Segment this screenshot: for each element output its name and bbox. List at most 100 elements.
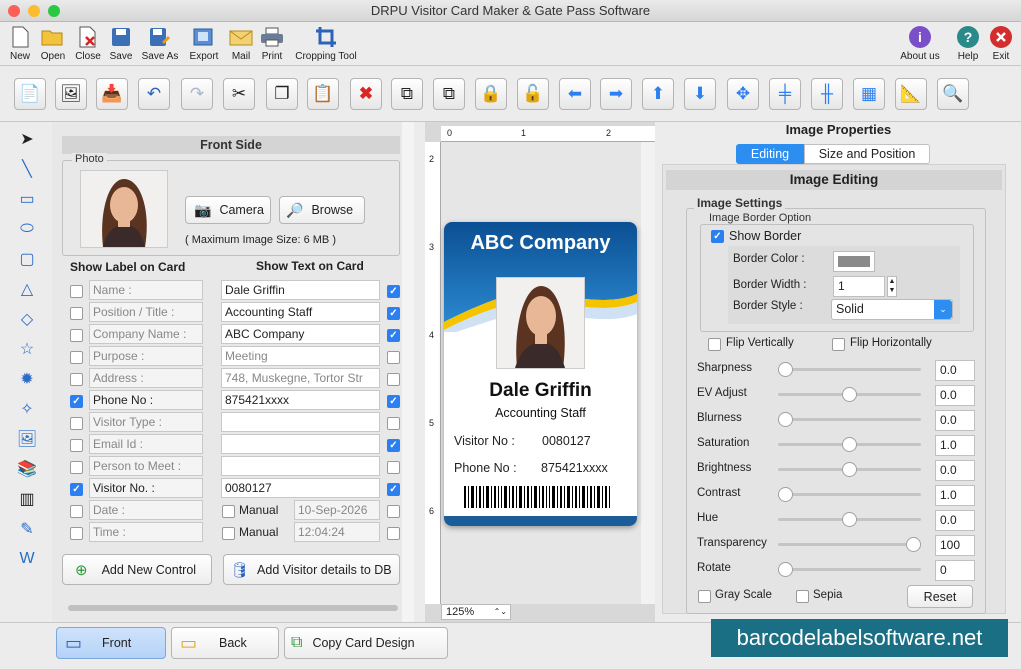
align-horizontal-button[interactable]: ╫ — [811, 78, 843, 110]
sepia-checkbox[interactable] — [796, 590, 809, 603]
copy-card-design-button[interactable]: ⧉ Copy Card Design — [284, 627, 448, 659]
label-show-checkbox[interactable] — [70, 417, 83, 430]
text-show-checkbox[interactable]: ✓ — [387, 395, 400, 408]
label-show-checkbox[interactable] — [70, 373, 83, 386]
front-button[interactable]: ▭ Front — [56, 627, 166, 659]
text-show-checkbox[interactable]: ✓ — [387, 307, 400, 320]
align-vertical-button[interactable]: ╪ — [769, 78, 801, 110]
camera-button[interactable]: 📷 Camera — [185, 196, 271, 224]
label-show-checkbox[interactable] — [70, 461, 83, 474]
slider-value[interactable]: 0.0 — [935, 360, 975, 381]
field-value-input[interactable]: Meeting — [221, 346, 380, 366]
slider-track[interactable] — [778, 368, 921, 371]
tab-editing[interactable]: Editing — [736, 144, 804, 164]
date-field[interactable]: 10-Sep-2026 — [294, 500, 380, 520]
word-art-tool[interactable]: W — [14, 546, 40, 572]
tab-size-position[interactable]: Size and Position — [804, 144, 930, 164]
mail-button[interactable]: Mail — [226, 24, 256, 62]
field-value-input[interactable]: 0080127 — [221, 478, 380, 498]
ellipse-tool[interactable]: ⬭ — [14, 216, 40, 242]
save-button[interactable]: Save — [106, 24, 136, 62]
signature-tool[interactable]: ✎ — [14, 516, 40, 542]
field-value-input[interactable]: Dale Griffin — [221, 280, 380, 300]
slider-knob[interactable] — [842, 512, 857, 527]
border-width-stepper[interactable]: ▲ ▼ — [887, 276, 897, 297]
time-manual-checkbox[interactable] — [222, 527, 235, 540]
print-button[interactable]: Print — [258, 24, 286, 62]
slider-knob[interactable] — [842, 387, 857, 402]
image-tool[interactable]: 🖼 — [14, 426, 40, 452]
back-button[interactable]: ▭ Back — [171, 627, 279, 659]
panel-splitter[interactable] — [402, 122, 414, 622]
slider-track[interactable] — [778, 418, 921, 421]
library-tool[interactable]: 📚 — [14, 456, 40, 482]
field-value-input[interactable]: ABC Company — [221, 324, 380, 344]
label-show-checkbox[interactable] — [70, 307, 83, 320]
label-show-checkbox[interactable]: ✓ — [70, 395, 83, 408]
field-value-input[interactable]: 748, Muskegne, Tortor Str — [221, 368, 380, 388]
label-show-checkbox[interactable]: ✓ — [70, 483, 83, 496]
border-style-select[interactable]: Solid ⌄ — [831, 299, 953, 320]
grayscale-checkbox[interactable] — [698, 590, 711, 603]
time-field[interactable]: 12:04:24 — [294, 522, 380, 542]
flip-horizontal-checkbox[interactable] — [832, 338, 845, 351]
move-right-button[interactable]: ➡ — [600, 78, 632, 110]
canvas-vscroll[interactable] — [641, 142, 655, 604]
paste-button[interactable]: 📋 — [307, 78, 339, 110]
copy-button[interactable]: ❐ — [266, 78, 298, 110]
slider-knob[interactable] — [906, 537, 921, 552]
rounded-rect-tool[interactable]: ▢ — [14, 246, 40, 272]
field-value-input[interactable]: Accounting Staff — [221, 302, 380, 322]
exit-button[interactable]: Exit — [986, 24, 1016, 62]
field-value-input[interactable] — [221, 456, 380, 476]
export-button[interactable]: Export — [186, 24, 222, 62]
line-tool[interactable]: ╲ — [14, 156, 40, 182]
slider-value[interactable]: 1.0 — [935, 485, 975, 506]
zoom-button[interactable]: 🔍 — [937, 78, 969, 110]
label-show-checkbox[interactable] — [70, 439, 83, 452]
rectangle-tool[interactable]: ▭ — [14, 186, 40, 212]
redo-button[interactable]: ↷ — [181, 78, 213, 110]
slider-value[interactable]: 0 — [935, 560, 975, 581]
label-show-checkbox[interactable] — [70, 351, 83, 364]
reset-button[interactable]: Reset — [907, 585, 973, 608]
date-manual-checkbox[interactable] — [222, 505, 235, 518]
move-left-button[interactable]: ⬅ — [559, 78, 591, 110]
field-value-input[interactable] — [221, 412, 380, 432]
image-button[interactable]: 🖼 — [55, 78, 87, 110]
field-value-input[interactable]: 875421xxxx — [221, 390, 380, 410]
show-border-checkbox[interactable]: ✓ — [711, 230, 724, 243]
slider-knob[interactable] — [778, 412, 793, 427]
delete-button[interactable]: ✖ — [350, 78, 382, 110]
barcode-tool[interactable]: ▥ — [14, 486, 40, 512]
star-tool[interactable]: ☆ — [14, 336, 40, 362]
text-show-checkbox[interactable] — [387, 373, 400, 386]
properties-button[interactable]: 📄 — [14, 78, 46, 110]
open-button[interactable]: Open — [38, 24, 68, 62]
browse-button[interactable]: 🔎 Browse — [279, 196, 365, 224]
slider-track[interactable] — [778, 543, 921, 546]
slider-knob[interactable] — [778, 362, 793, 377]
field-value-input[interactable] — [221, 434, 380, 454]
move-up-button[interactable]: ⬆ — [642, 78, 674, 110]
cut-button[interactable]: ✂ — [223, 78, 255, 110]
undo-button[interactable]: ↶ — [138, 78, 170, 110]
text-show-checkbox[interactable] — [387, 351, 400, 364]
slider-knob[interactable] — [778, 487, 793, 502]
triangle-tool[interactable]: △ — [14, 276, 40, 302]
about-us-button[interactable]: i About us — [896, 24, 944, 62]
save-as-button[interactable]: Save As — [138, 24, 182, 62]
slider-value[interactable]: 1.0 — [935, 435, 975, 456]
text-show-checkbox[interactable]: ✓ — [387, 483, 400, 496]
time-show-checkbox[interactable] — [387, 527, 400, 540]
help-button[interactable]: ? Help — [952, 24, 984, 62]
slider-value[interactable]: 0.0 — [935, 385, 975, 406]
add-visitor-db-button[interactable]: 🛢 Add Visitor details to DB — [223, 554, 400, 585]
shape-tool[interactable]: ✧ — [14, 396, 40, 422]
date-label-checkbox[interactable] — [70, 505, 83, 518]
diamond-tool[interactable]: ◇ — [14, 306, 40, 332]
lock-button[interactable]: 🔒 — [475, 78, 507, 110]
slider-track[interactable] — [778, 568, 921, 571]
unlock-button[interactable]: 🔓 — [517, 78, 549, 110]
time-label-checkbox[interactable] — [70, 527, 83, 540]
